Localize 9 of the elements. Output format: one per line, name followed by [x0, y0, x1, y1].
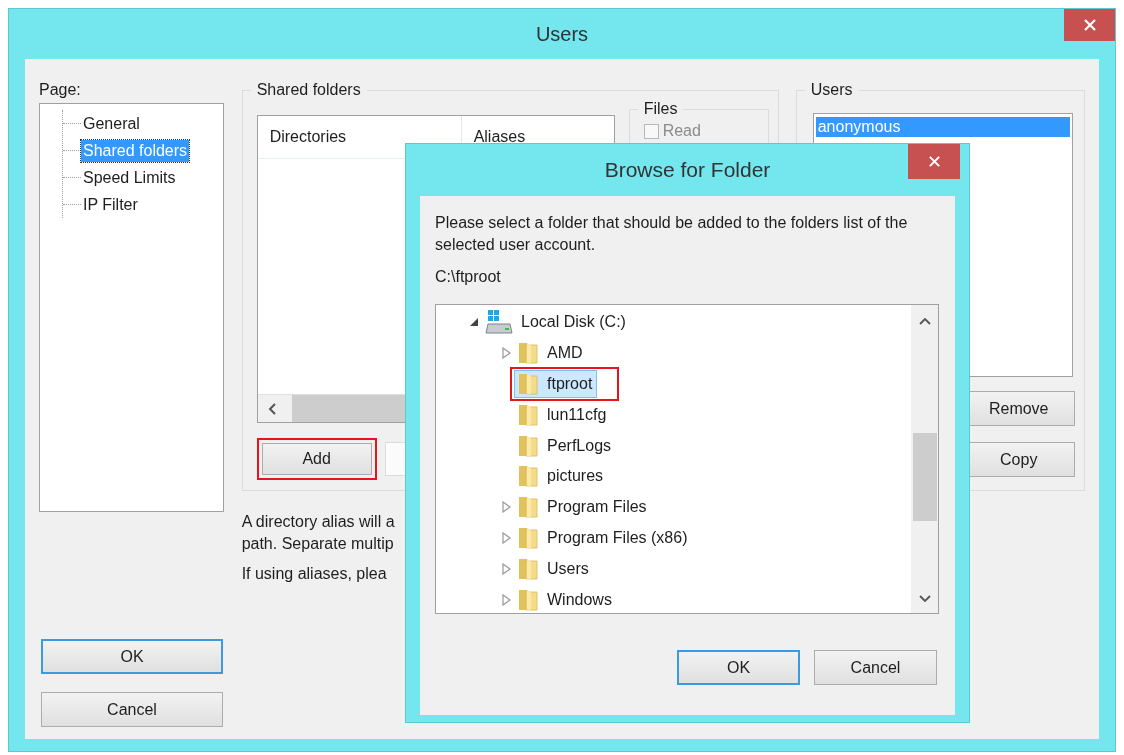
window-title: Users [535, 22, 589, 46]
selected-path: C:\ftproot [435, 268, 502, 286]
instruction-text: Please select a folder that should be added to the folders list of the selected user account. [435, 213, 909, 255]
help-text: A directory alias will a [241, 512, 395, 532]
page-label: Page: [39, 81, 82, 99]
help-text: If using aliases, plea [241, 564, 387, 584]
help-text: path. Separate multip [241, 534, 394, 554]
dialog-title: Browse for Folder [604, 158, 771, 182]
checkbox-label: Read [662, 122, 701, 140]
